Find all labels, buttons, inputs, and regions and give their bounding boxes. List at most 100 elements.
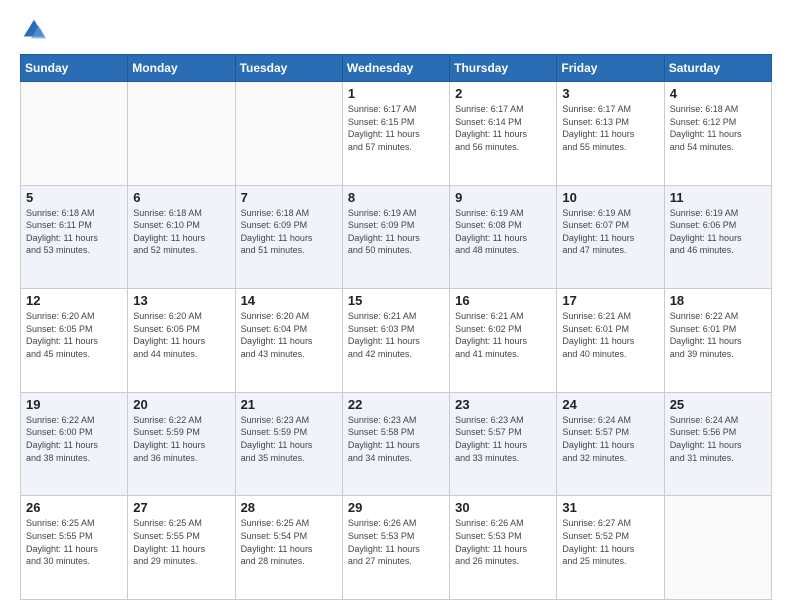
calendar-cell: 27 Sunrise: 6:25 AM Sunset: 5:55 PM Dayli… bbox=[128, 496, 235, 600]
day-number: 17 bbox=[562, 293, 658, 308]
day-info: Sunrise: 6:20 AM Sunset: 6:05 PM Dayligh… bbox=[26, 310, 122, 360]
day-number: 31 bbox=[562, 500, 658, 515]
day-number: 27 bbox=[133, 500, 229, 515]
calendar-cell bbox=[235, 82, 342, 186]
calendar-cell: 8 Sunrise: 6:19 AM Sunset: 6:09 PM Daylig… bbox=[342, 185, 449, 289]
weekday-header-sunday: Sunday bbox=[21, 55, 128, 82]
week-row-3: 12 Sunrise: 6:20 AM Sunset: 6:05 PM Dayli… bbox=[21, 289, 772, 393]
day-number: 4 bbox=[670, 86, 766, 101]
day-number: 14 bbox=[241, 293, 337, 308]
day-number: 9 bbox=[455, 190, 551, 205]
header bbox=[20, 16, 772, 44]
weekday-header-monday: Monday bbox=[128, 55, 235, 82]
day-number: 16 bbox=[455, 293, 551, 308]
day-info: Sunrise: 6:23 AM Sunset: 5:57 PM Dayligh… bbox=[455, 414, 551, 464]
calendar-cell: 9 Sunrise: 6:19 AM Sunset: 6:08 PM Daylig… bbox=[450, 185, 557, 289]
calendar-cell: 24 Sunrise: 6:24 AM Sunset: 5:57 PM Dayli… bbox=[557, 392, 664, 496]
calendar-cell: 30 Sunrise: 6:26 AM Sunset: 5:53 PM Dayli… bbox=[450, 496, 557, 600]
logo-icon bbox=[20, 16, 48, 44]
day-info: Sunrise: 6:19 AM Sunset: 6:09 PM Dayligh… bbox=[348, 207, 444, 257]
day-number: 5 bbox=[26, 190, 122, 205]
day-info: Sunrise: 6:19 AM Sunset: 6:06 PM Dayligh… bbox=[670, 207, 766, 257]
day-info: Sunrise: 6:24 AM Sunset: 5:57 PM Dayligh… bbox=[562, 414, 658, 464]
calendar-cell: 22Sunrise: 6:23 AM Sunset: 5:58 PM Dayli… bbox=[342, 392, 449, 496]
day-info: Sunrise: 6:22 AM Sunset: 5:59 PM Dayligh… bbox=[133, 414, 229, 464]
day-number: 3 bbox=[562, 86, 658, 101]
day-info: Sunrise: 6:17 AM Sunset: 6:13 PM Dayligh… bbox=[562, 103, 658, 153]
day-number: 2 bbox=[455, 86, 551, 101]
calendar-cell: 5 Sunrise: 6:18 AM Sunset: 6:11 PM Daylig… bbox=[21, 185, 128, 289]
weekday-header-friday: Friday bbox=[557, 55, 664, 82]
calendar-cell: 10Sunrise: 6:19 AM Sunset: 6:07 PM Dayli… bbox=[557, 185, 664, 289]
day-number: 22 bbox=[348, 397, 444, 412]
calendar-cell: 4Sunrise: 6:18 AM Sunset: 6:12 PM Daylig… bbox=[664, 82, 771, 186]
day-number: 11 bbox=[670, 190, 766, 205]
day-info: Sunrise: 6:21 AM Sunset: 6:02 PM Dayligh… bbox=[455, 310, 551, 360]
day-number: 8 bbox=[348, 190, 444, 205]
day-info: Sunrise: 6:17 AM Sunset: 6:15 PM Dayligh… bbox=[348, 103, 444, 153]
calendar-cell: 18Sunrise: 6:22 AM Sunset: 6:01 PM Dayli… bbox=[664, 289, 771, 393]
day-number: 6 bbox=[133, 190, 229, 205]
weekday-header-thursday: Thursday bbox=[450, 55, 557, 82]
day-info: Sunrise: 6:18 AM Sunset: 6:09 PM Dayligh… bbox=[241, 207, 337, 257]
day-info: Sunrise: 6:25 AM Sunset: 5:55 PM Dayligh… bbox=[26, 517, 122, 567]
calendar-cell bbox=[21, 82, 128, 186]
week-row-5: 26 Sunrise: 6:25 AM Sunset: 5:55 PM Dayli… bbox=[21, 496, 772, 600]
day-info: Sunrise: 6:20 AM Sunset: 6:04 PM Dayligh… bbox=[241, 310, 337, 360]
weekday-header-row: SundayMondayTuesdayWednesdayThursdayFrid… bbox=[21, 55, 772, 82]
day-number: 12 bbox=[26, 293, 122, 308]
day-info: Sunrise: 6:26 AM Sunset: 5:53 PM Dayligh… bbox=[348, 517, 444, 567]
day-number: 26 bbox=[26, 500, 122, 515]
calendar-cell bbox=[128, 82, 235, 186]
day-info: Sunrise: 6:20 AM Sunset: 6:05 PM Dayligh… bbox=[133, 310, 229, 360]
calendar-cell: 17 Sunrise: 6:21 AM Sunset: 6:01 PM Dayli… bbox=[557, 289, 664, 393]
weekday-header-saturday: Saturday bbox=[664, 55, 771, 82]
day-info: Sunrise: 6:22 AM Sunset: 6:00 PM Dayligh… bbox=[26, 414, 122, 464]
week-row-4: 19 Sunrise: 6:22 AM Sunset: 6:00 PM Dayli… bbox=[21, 392, 772, 496]
weekday-header-wednesday: Wednesday bbox=[342, 55, 449, 82]
calendar-cell: 16 Sunrise: 6:21 AM Sunset: 6:02 PM Dayli… bbox=[450, 289, 557, 393]
calendar-cell: 15 Sunrise: 6:21 AM Sunset: 6:03 PM Dayli… bbox=[342, 289, 449, 393]
day-number: 25 bbox=[670, 397, 766, 412]
week-row-1: 1 Sunrise: 6:17 AM Sunset: 6:15 PM Daylig… bbox=[21, 82, 772, 186]
day-number: 15 bbox=[348, 293, 444, 308]
day-number: 30 bbox=[455, 500, 551, 515]
day-number: 1 bbox=[348, 86, 444, 101]
day-info: Sunrise: 6:17 AM Sunset: 6:14 PM Dayligh… bbox=[455, 103, 551, 153]
page: SundayMondayTuesdayWednesdayThursdayFrid… bbox=[0, 0, 792, 612]
day-info: Sunrise: 6:19 AM Sunset: 6:08 PM Dayligh… bbox=[455, 207, 551, 257]
calendar-cell: 11 Sunrise: 6:19 AM Sunset: 6:06 PM Dayli… bbox=[664, 185, 771, 289]
day-number: 10 bbox=[562, 190, 658, 205]
day-info: Sunrise: 6:27 AM Sunset: 5:52 PM Dayligh… bbox=[562, 517, 658, 567]
day-number: 21 bbox=[241, 397, 337, 412]
calendar-cell: 13Sunrise: 6:20 AM Sunset: 6:05 PM Dayli… bbox=[128, 289, 235, 393]
day-info: Sunrise: 6:18 AM Sunset: 6:10 PM Dayligh… bbox=[133, 207, 229, 257]
calendar-cell: 20Sunrise: 6:22 AM Sunset: 5:59 PM Dayli… bbox=[128, 392, 235, 496]
calendar-cell: 14 Sunrise: 6:20 AM Sunset: 6:04 PM Dayli… bbox=[235, 289, 342, 393]
weekday-header-tuesday: Tuesday bbox=[235, 55, 342, 82]
day-number: 28 bbox=[241, 500, 337, 515]
calendar-cell: 25 Sunrise: 6:24 AM Sunset: 5:56 PM Dayli… bbox=[664, 392, 771, 496]
day-number: 7 bbox=[241, 190, 337, 205]
calendar-cell: 28Sunrise: 6:25 AM Sunset: 5:54 PM Dayli… bbox=[235, 496, 342, 600]
day-info: Sunrise: 6:21 AM Sunset: 6:03 PM Dayligh… bbox=[348, 310, 444, 360]
calendar-cell: 23 Sunrise: 6:23 AM Sunset: 5:57 PM Dayli… bbox=[450, 392, 557, 496]
calendar-cell: 12 Sunrise: 6:20 AM Sunset: 6:05 PM Dayli… bbox=[21, 289, 128, 393]
day-info: Sunrise: 6:18 AM Sunset: 6:11 PM Dayligh… bbox=[26, 207, 122, 257]
day-info: Sunrise: 6:26 AM Sunset: 5:53 PM Dayligh… bbox=[455, 517, 551, 567]
day-info: Sunrise: 6:21 AM Sunset: 6:01 PM Dayligh… bbox=[562, 310, 658, 360]
day-number: 18 bbox=[670, 293, 766, 308]
calendar-cell: 2 Sunrise: 6:17 AM Sunset: 6:14 PM Daylig… bbox=[450, 82, 557, 186]
day-info: Sunrise: 6:25 AM Sunset: 5:55 PM Dayligh… bbox=[133, 517, 229, 567]
day-number: 24 bbox=[562, 397, 658, 412]
calendar-cell: 21Sunrise: 6:23 AM Sunset: 5:59 PM Dayli… bbox=[235, 392, 342, 496]
logo bbox=[20, 16, 52, 44]
calendar-cell: 7 Sunrise: 6:18 AM Sunset: 6:09 PM Daylig… bbox=[235, 185, 342, 289]
calendar-cell: 31 Sunrise: 6:27 AM Sunset: 5:52 PM Dayli… bbox=[557, 496, 664, 600]
day-number: 19 bbox=[26, 397, 122, 412]
week-row-2: 5 Sunrise: 6:18 AM Sunset: 6:11 PM Daylig… bbox=[21, 185, 772, 289]
day-number: 23 bbox=[455, 397, 551, 412]
day-info: Sunrise: 6:24 AM Sunset: 5:56 PM Dayligh… bbox=[670, 414, 766, 464]
calendar-cell: 19 Sunrise: 6:22 AM Sunset: 6:00 PM Dayli… bbox=[21, 392, 128, 496]
calendar-cell: 1 Sunrise: 6:17 AM Sunset: 6:15 PM Daylig… bbox=[342, 82, 449, 186]
